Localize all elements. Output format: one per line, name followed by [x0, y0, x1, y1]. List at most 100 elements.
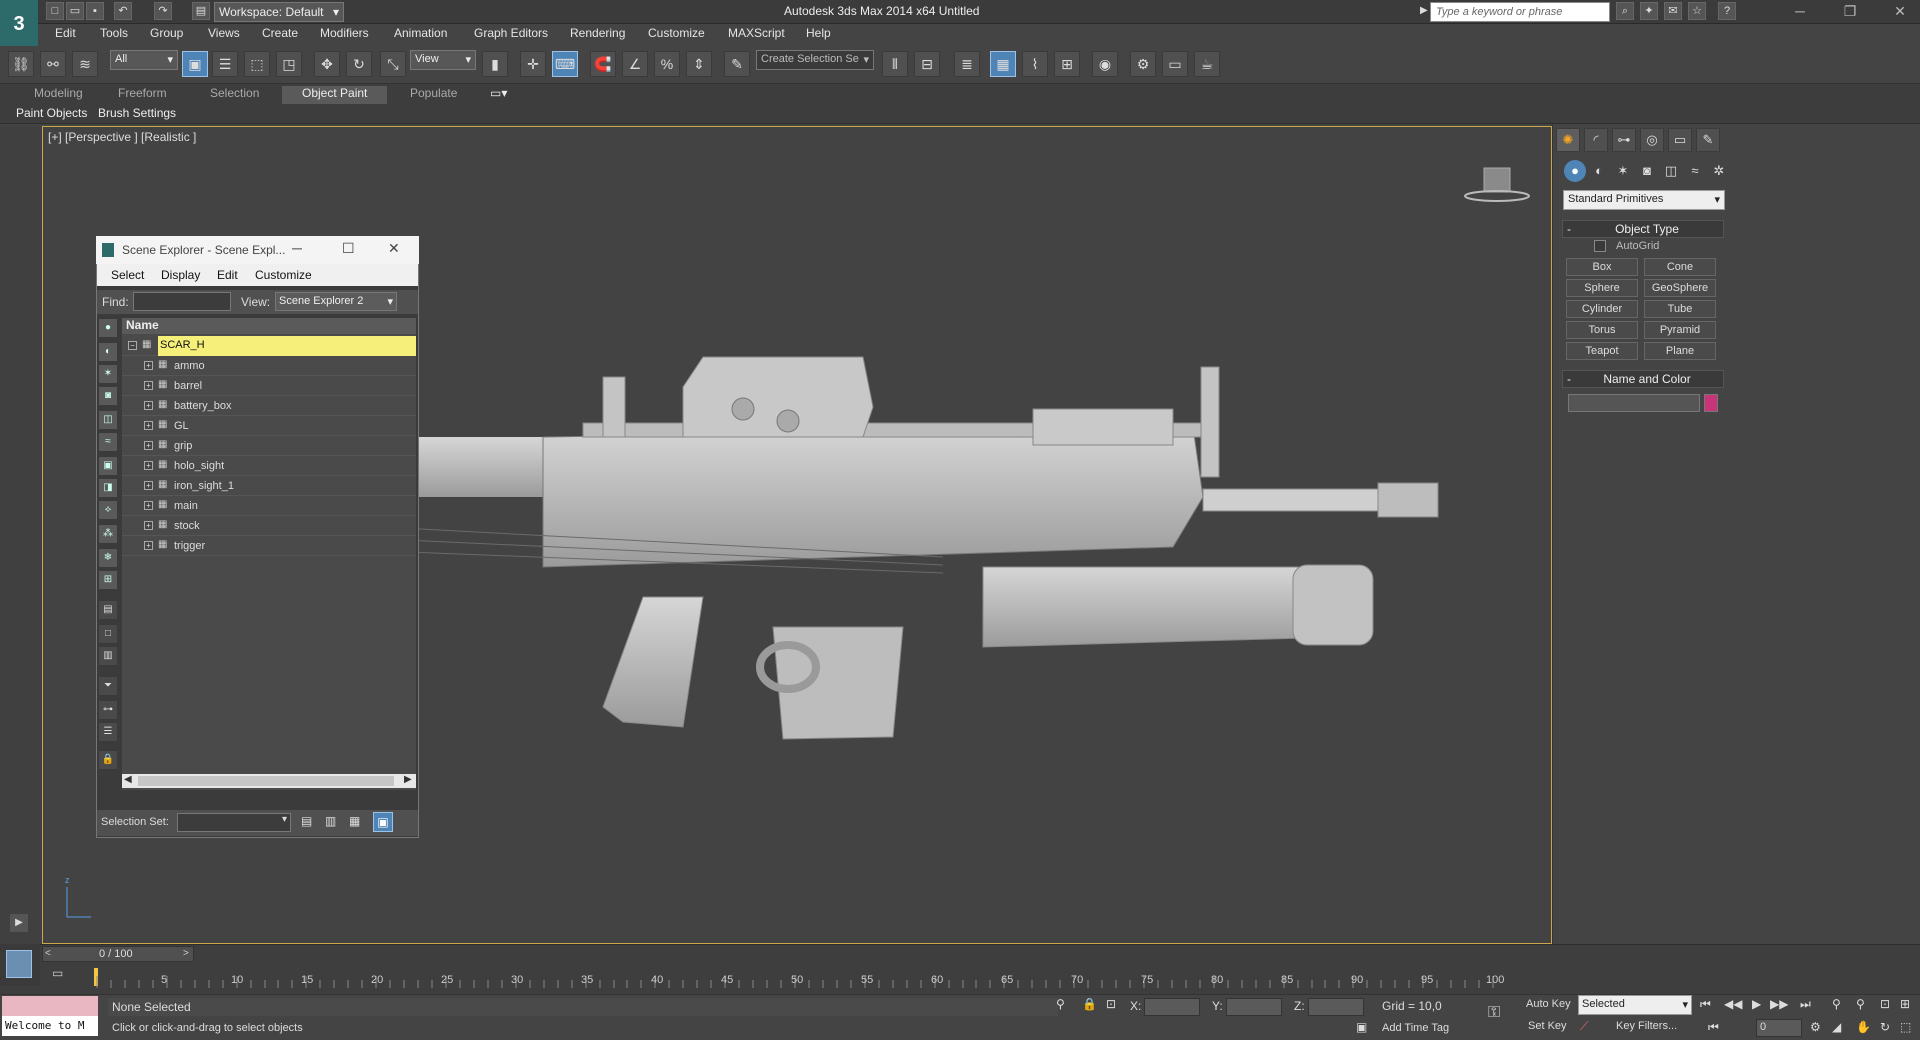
close-icon[interactable]: ✕	[1880, 0, 1920, 24]
tree-row[interactable]: + ▦ battery_box	[122, 396, 416, 416]
scex-minimize-icon[interactable]: ─	[292, 240, 302, 256]
menu-edit[interactable]: Edit	[55, 26, 76, 40]
track-bar-toggle-icon[interactable]: ▭	[52, 966, 63, 980]
select-all-icon[interactable]: ▤	[98, 600, 118, 620]
time-slider[interactable]: < 0 / 100 >	[42, 946, 194, 962]
select-invert-icon[interactable]: ▥	[98, 646, 118, 666]
add-time-tag[interactable]: Add Time Tag	[1382, 1022, 1449, 1034]
zoom-extents-all-icon[interactable]: ⊞	[1900, 997, 1910, 1011]
column-header-name[interactable]: Name	[122, 318, 416, 334]
tab-modeling[interactable]: Modeling	[34, 86, 83, 100]
align-icon[interactable]: ⊟	[914, 51, 940, 77]
previous-frame-icon[interactable]: ◀◀	[1724, 997, 1742, 1011]
maxscript-listener-top[interactable]	[2, 996, 98, 1016]
display-spacewarps-icon[interactable]: ≈	[98, 432, 118, 452]
orbit-icon[interactable]: ↻	[1880, 1020, 1890, 1034]
display-frozen-icon[interactable]: ❄	[98, 548, 118, 568]
tree-row-root[interactable]: − ▦ SCAR_H	[122, 336, 416, 356]
expand-sidebar-icon[interactable]: ▶	[10, 914, 28, 932]
curve-editor-icon[interactable]: ⌇	[1022, 51, 1048, 77]
undo-icon[interactable]: ↶	[114, 2, 132, 20]
time-slider-next-icon[interactable]: >	[183, 948, 189, 959]
select-object-icon[interactable]: ▣	[182, 51, 208, 77]
move-icon[interactable]: ✥	[314, 51, 340, 77]
viewcube-icon[interactable]	[1464, 166, 1530, 206]
scene-explorer-titlebar[interactable]: Scene Explorer - Scene Expl... ─ ☐ ✕	[96, 236, 419, 264]
scex-maximize-icon[interactable]: ☐	[342, 240, 355, 257]
helpers-icon[interactable]: ◫	[1660, 160, 1682, 182]
render-setup-icon[interactable]: ⚙	[1130, 51, 1156, 77]
expand-icon[interactable]: +	[144, 501, 153, 510]
geosphere-button[interactable]: GeoSphere	[1644, 279, 1716, 297]
expand-icon[interactable]: +	[144, 401, 153, 410]
pan-icon[interactable]: ✋	[1856, 1020, 1871, 1034]
tree-item-label[interactable]: GL	[174, 420, 189, 432]
time-config-icon[interactable]: ⚙	[1810, 1020, 1821, 1034]
set-key-button[interactable]: Set Key	[1528, 1020, 1567, 1032]
menu-graph-editors[interactable]: Graph Editors	[474, 26, 548, 40]
field-of-view-icon[interactable]: ◢	[1832, 1020, 1841, 1034]
go-to-end-icon[interactable]: ⏭	[1800, 997, 1811, 1012]
systems-icon[interactable]: ✲	[1708, 160, 1730, 182]
save-icon[interactable]: ▪	[86, 2, 104, 20]
time-tag-icon[interactable]: ▣	[1356, 1020, 1367, 1034]
scex-close-icon[interactable]: ✕	[388, 240, 400, 257]
menu-tools[interactable]: Tools	[100, 26, 128, 40]
object-color-swatch[interactable]	[1704, 394, 1718, 412]
tree-item-label[interactable]: main	[174, 500, 198, 512]
box-button[interactable]: Box	[1566, 258, 1638, 276]
panel-brush-settings[interactable]: Brush Settings	[98, 106, 176, 120]
shapes-icon[interactable]: ◐	[1588, 160, 1610, 182]
menu-help[interactable]: Help	[806, 26, 831, 40]
tree-row[interactable]: + ▦ main	[122, 496, 416, 516]
material-editor-icon[interactable]: ◉	[1092, 51, 1118, 77]
tree-row[interactable]: + ▦ stock	[122, 516, 416, 536]
tree-item-label[interactable]: battery_box	[174, 400, 231, 412]
app-logo-icon[interactable]: 3	[0, 0, 38, 48]
help-icon[interactable]: ?	[1718, 2, 1736, 20]
render-production-icon[interactable]: ☕	[1194, 51, 1220, 77]
menu-views[interactable]: Views	[208, 26, 240, 40]
mirror-icon[interactable]: ⫴	[882, 51, 908, 77]
display-groups-icon[interactable]: ▣	[98, 456, 118, 476]
minimize-icon[interactable]: ─	[1780, 0, 1820, 24]
unlink-icon[interactable]: ⚯	[40, 51, 66, 77]
tree-item-label[interactable]: iron_sight_1	[174, 480, 234, 492]
window-crossing-icon[interactable]: ◳	[276, 51, 302, 77]
viewport-label[interactable]: [+] [Perspective ] [Realistic ]	[48, 130, 196, 144]
expand-icon[interactable]: +	[144, 481, 153, 490]
go-to-start-icon[interactable]: ⏮	[1700, 997, 1711, 1012]
manage-sets-icon[interactable]: ▣	[373, 812, 393, 832]
toggle-scene-explorer-icon[interactable]: ▦	[990, 51, 1016, 77]
tree-row[interactable]: + ▦ GL	[122, 416, 416, 436]
search-input[interactable]: Type a keyword or phrase	[1430, 2, 1610, 22]
zoom-extents-icon[interactable]: ⊡	[1880, 997, 1890, 1011]
scex-menu-customize[interactable]: Customize	[255, 268, 312, 282]
tree-row[interactable]: + ▦ holo_sight	[122, 456, 416, 476]
rendered-frame-window-icon[interactable]: ▭	[1162, 51, 1188, 77]
bind-spacewarp-icon[interactable]: ≋	[72, 51, 98, 77]
menu-maxscript[interactable]: MAXScript	[728, 26, 785, 40]
maximize-viewport-icon[interactable]: ⬚	[1900, 1020, 1911, 1034]
selection-set-dropdown[interactable]: ▾	[177, 813, 291, 832]
sphere-button[interactable]: Sphere	[1566, 279, 1638, 297]
tree-item-label[interactable]: stock	[174, 520, 200, 532]
display-all-icon[interactable]: ⊞	[98, 570, 118, 590]
tree-item-label[interactable]: trigger	[174, 540, 205, 552]
redo-icon[interactable]: ↷	[154, 2, 172, 20]
rectangular-selection-icon[interactable]: ⬚	[244, 51, 270, 77]
panel-paint-objects[interactable]: Paint Objects	[16, 106, 87, 120]
expand-icon[interactable]: +	[144, 461, 153, 470]
current-frame-field[interactable]: 0	[1756, 1019, 1802, 1037]
tree-row[interactable]: + ▦ grip	[122, 436, 416, 456]
rotate-icon[interactable]: ↻	[346, 51, 372, 77]
link-icon[interactable]: ⛓	[8, 51, 34, 77]
selection-filter-dropdown[interactable]: All ▾	[110, 50, 178, 70]
scale-icon[interactable]: ⤡	[380, 51, 406, 77]
tree-item-label[interactable]: ammo	[174, 360, 205, 372]
add-to-set-icon[interactable]: ▥	[325, 814, 336, 828]
key-mode-dropdown[interactable]: Selected ▾	[1578, 995, 1692, 1015]
find-input[interactable]	[133, 292, 231, 311]
communication-icon[interactable]: ✉	[1664, 2, 1682, 20]
subscription-icon[interactable]: ✦	[1640, 2, 1658, 20]
